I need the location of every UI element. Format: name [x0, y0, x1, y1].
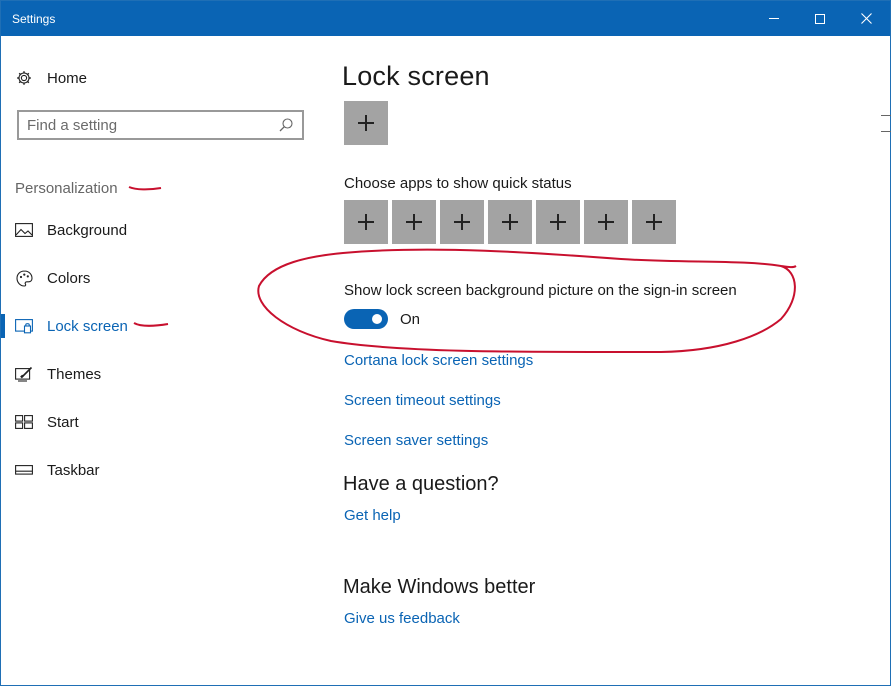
quick-status-app-tile[interactable]	[440, 200, 484, 244]
sidebar-item-label: Start	[47, 413, 79, 431]
nav-home-label: Home	[47, 69, 88, 87]
minimize-button[interactable]	[751, 1, 797, 36]
palette-icon	[15, 269, 33, 287]
sidebar-item-start[interactable]: Start	[1, 402, 301, 442]
cortana-lock-screen-settings-link[interactable]: Cortana lock screen settings	[344, 352, 533, 369]
start-icon	[15, 413, 33, 431]
quick-status-app-tile[interactable]	[536, 200, 580, 244]
background-window-edge	[881, 131, 891, 132]
sidebar-item-label: Themes	[47, 365, 102, 383]
taskbar-icon	[15, 461, 33, 479]
search-box[interactable]	[17, 110, 304, 140]
nav-home[interactable]: Home	[1, 58, 301, 98]
maximize-icon	[815, 13, 825, 24]
background-window-edge	[881, 115, 891, 116]
toggle-knob	[372, 314, 382, 324]
get-help-link[interactable]: Get help	[344, 507, 401, 524]
quick-status-app-tile[interactable]	[344, 200, 388, 244]
sidebar-item-colors[interactable]: Colors	[1, 258, 301, 298]
close-icon	[860, 13, 872, 24]
search-icon[interactable]	[278, 117, 294, 133]
quick-status-app-tile[interactable]	[584, 200, 628, 244]
lock-screen-icon	[15, 317, 33, 335]
screen-timeout-settings-link[interactable]: Screen timeout settings	[344, 392, 501, 409]
picture-icon	[15, 221, 33, 239]
quick-status-label: Choose apps to show quick status	[344, 175, 572, 192]
background-signin-toggle[interactable]	[344, 309, 388, 329]
title-bar[interactable]: Settings	[1, 1, 890, 36]
sidebar-item-label: Taskbar	[47, 461, 100, 479]
themes-icon	[15, 365, 33, 383]
sidebar-item-label: Lock screen	[47, 317, 128, 335]
make-windows-better-heading: Make Windows better	[343, 576, 536, 598]
search-input[interactable]	[27, 115, 267, 135]
section-personalization: Personalization	[15, 180, 118, 197]
sidebar-item-background[interactable]: Background	[1, 210, 301, 250]
sidebar-item-label: Colors	[47, 269, 91, 287]
quick-status-app-tile[interactable]	[488, 200, 532, 244]
close-button[interactable]	[843, 1, 889, 36]
sidebar-item-themes[interactable]: Themes	[1, 354, 301, 394]
annotation-underline-personalization	[128, 186, 162, 191]
maximize-button[interactable]	[797, 1, 843, 36]
sidebar-item-lock-screen[interactable]: Lock screen	[1, 306, 301, 346]
background-signin-label: Show lock screen background picture on t…	[344, 282, 737, 299]
quick-status-app-tile[interactable]	[632, 200, 676, 244]
quick-status-app-tile[interactable]	[392, 200, 436, 244]
sidebar-item-label: Background	[47, 221, 128, 239]
settings-window: Settings Home Personalization Background	[0, 0, 891, 686]
page-title: Lock screen	[342, 61, 490, 91]
toggle-state-label: On	[400, 311, 421, 328]
gear-icon	[15, 69, 33, 87]
give-feedback-link[interactable]: Give us feedback	[344, 610, 460, 627]
active-indicator	[1, 314, 5, 338]
minimize-icon	[769, 18, 779, 19]
screen-saver-settings-link[interactable]: Screen saver settings	[344, 432, 488, 449]
window-title: Settings	[12, 12, 56, 26]
sidebar-item-taskbar[interactable]: Taskbar	[1, 450, 301, 490]
annotation-circle	[257, 248, 797, 354]
question-heading: Have a question?	[343, 473, 499, 495]
lock-screen-app-tile[interactable]	[344, 101, 388, 145]
